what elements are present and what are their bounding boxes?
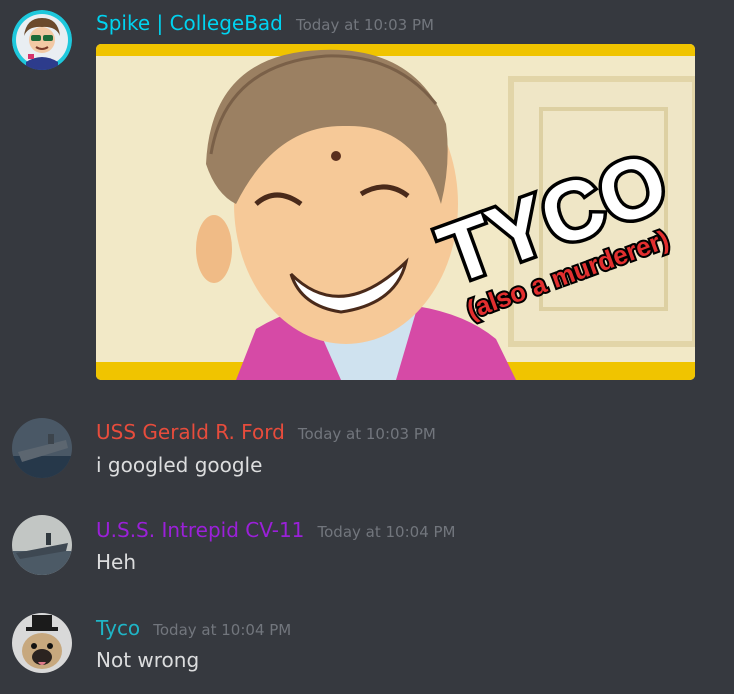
message-text: i googled google bbox=[96, 453, 263, 477]
message-text: Not wrong bbox=[96, 648, 200, 672]
ship-avatar-icon bbox=[12, 418, 72, 478]
timestamp[interactable]: Today at 10:03 PM bbox=[296, 16, 434, 34]
avatar-tyco[interactable] bbox=[12, 613, 72, 673]
message-text: Heh bbox=[96, 550, 137, 574]
message-3: U.S.S. Intrepid CV-11 Today at 10:04 PM … bbox=[0, 507, 734, 587]
avatar-spike-icon bbox=[12, 10, 72, 70]
avatar-intrepid[interactable] bbox=[12, 515, 72, 575]
username[interactable]: U.S.S. Intrepid CV-11 bbox=[96, 518, 304, 542]
message-4: Tyco Today at 10:04 PM Not wrong bbox=[0, 605, 734, 694]
tyco-image: TYCO (also a murderer) bbox=[96, 44, 695, 380]
username[interactable]: USS Gerald R. Ford bbox=[96, 420, 285, 444]
username[interactable]: Spike | CollegeBad bbox=[96, 11, 283, 35]
message-1: Spike | CollegeBad Today at 10:03 PM TYC… bbox=[0, 0, 734, 390]
ship-avatar-icon bbox=[12, 515, 72, 575]
avatar-spike[interactable] bbox=[12, 10, 72, 70]
pug-avatar-icon bbox=[12, 613, 72, 673]
timestamp[interactable]: Today at 10:04 PM bbox=[318, 523, 456, 541]
timestamp[interactable]: Today at 10:03 PM bbox=[298, 425, 436, 443]
timestamp[interactable]: Today at 10:04 PM bbox=[153, 621, 291, 639]
image-attachment[interactable]: TYCO (also a murderer) bbox=[96, 44, 695, 380]
avatar-gerald-ford[interactable] bbox=[12, 418, 72, 478]
username[interactable]: Tyco bbox=[96, 616, 140, 640]
message-2: USS Gerald R. Ford Today at 10:03 PM i g… bbox=[0, 410, 734, 490]
